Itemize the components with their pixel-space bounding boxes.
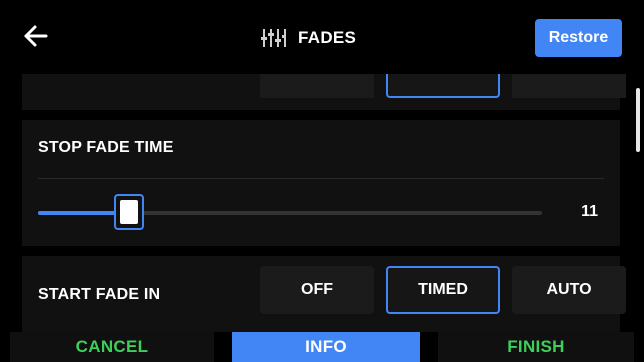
stop-fade-time-panel: STOP FADE TIME 11 (22, 120, 620, 246)
info-button[interactable]: INFO (232, 332, 420, 362)
stop-fade-time-slider-handle[interactable] (113, 194, 144, 230)
cancel-button[interactable]: CANCEL (10, 332, 214, 362)
partial-segment-1[interactable] (260, 74, 374, 98)
start-fade-in-panel: START FADE IN OFF TIMED AUTO (22, 256, 626, 332)
page-title-group: FADES (260, 24, 356, 52)
stop-fade-time-label: STOP FADE TIME (38, 139, 174, 156)
settings-scroll-area[interactable]: STOP FADE TIME 11 START FADE IN OFF TIME… (0, 74, 644, 332)
start-fade-in-option-auto[interactable]: AUTO (512, 266, 626, 314)
restore-button[interactable]: Restore (535, 19, 622, 57)
start-fade-in-option-timed[interactable]: TIMED (386, 266, 500, 314)
header-bar: FADES Restore (0, 0, 644, 74)
stop-fade-time-value: 11 (581, 203, 598, 220)
partial-segment-2[interactable] (386, 74, 500, 98)
partial-setting-row (22, 74, 626, 110)
fades-screen: FADES Restore STOP FADE TIME 11 START FA… (0, 0, 644, 362)
back-arrow-icon[interactable] (22, 22, 50, 50)
divider (38, 178, 604, 179)
start-fade-in-label: START FADE IN (38, 286, 161, 303)
slider-handle-grip (119, 200, 138, 224)
page-title: FADES (298, 28, 357, 47)
mixer-faders-icon (260, 26, 286, 50)
start-fade-in-option-off[interactable]: OFF (260, 266, 374, 314)
footer-bar: CANCEL INFO FINISH (0, 332, 644, 362)
partial-segment-3[interactable] (512, 74, 626, 98)
finish-button[interactable]: FINISH (438, 332, 634, 362)
scrollbar[interactable] (636, 88, 640, 152)
